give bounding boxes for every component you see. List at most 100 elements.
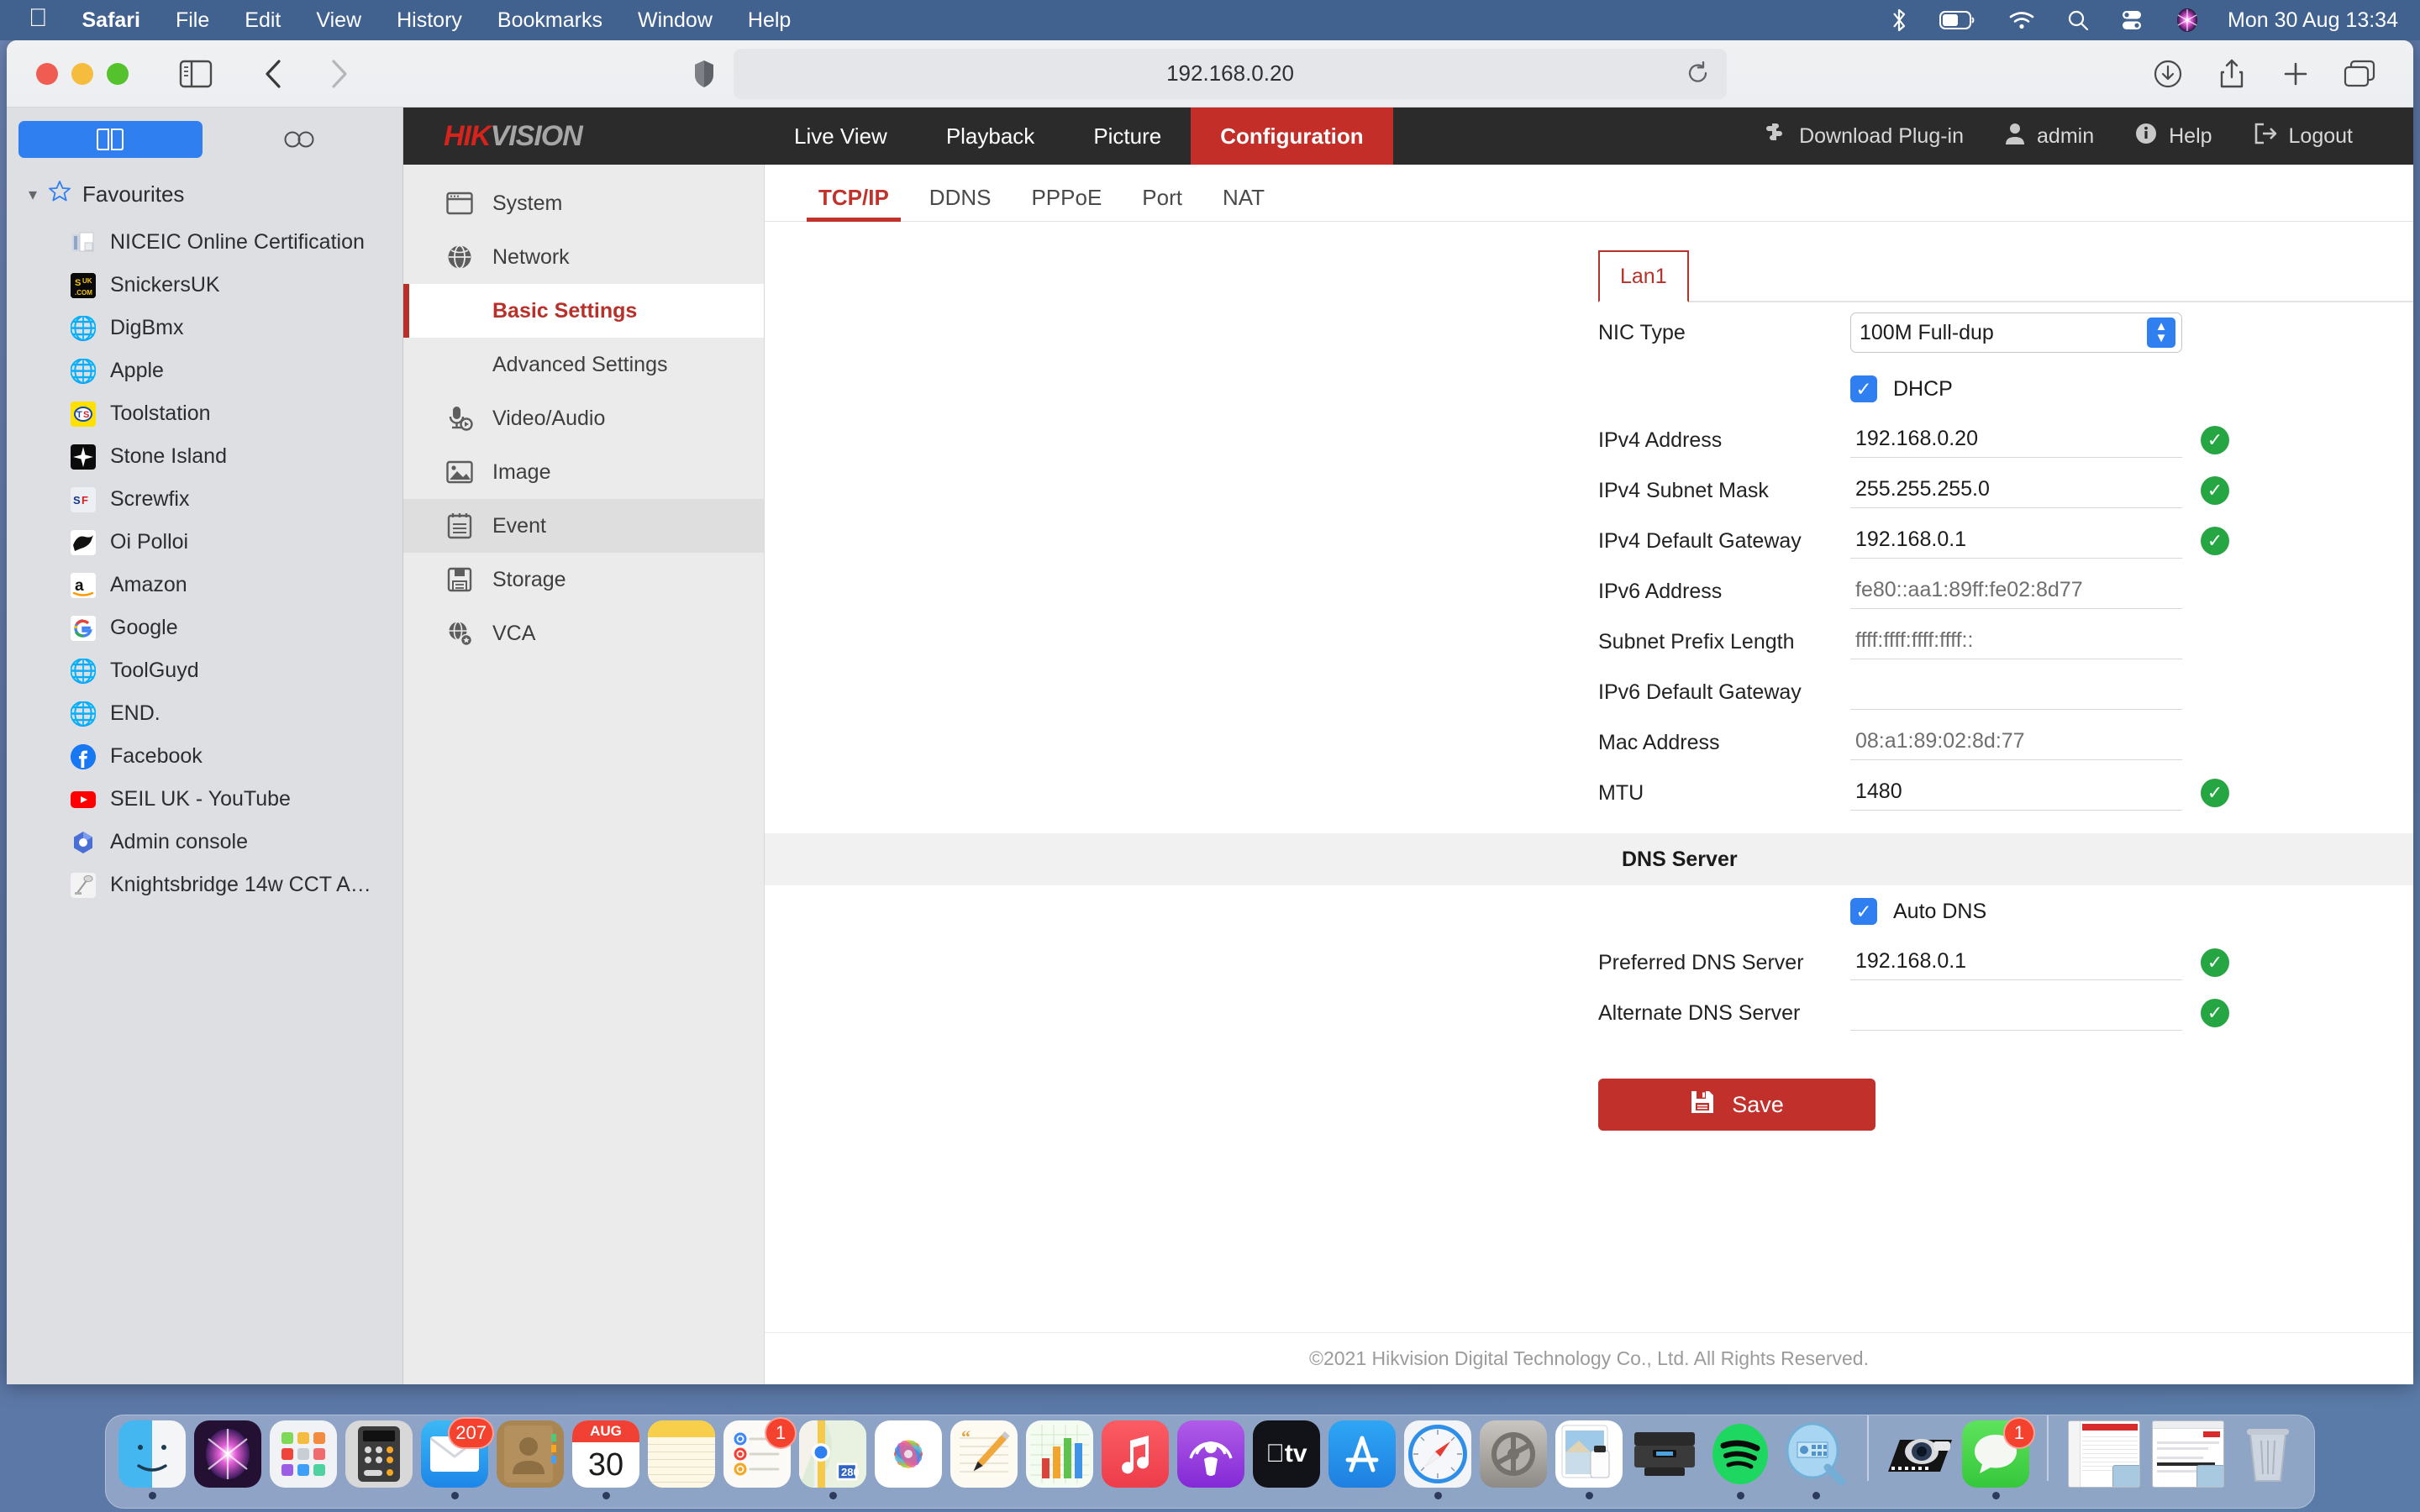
bookmark-item[interactable]: SUK.COM SnickersUK	[7, 264, 402, 307]
dock-document-letter[interactable]	[2149, 1420, 2227, 1499]
menu-item-safari[interactable]: Safari	[65, 0, 158, 40]
menu-item-advanced-settings[interactable]: Advanced Settings	[403, 338, 764, 391]
dock-app-messages[interactable]: 1	[1961, 1420, 2030, 1499]
dock-app-calendar[interactable]: AUG 30	[571, 1420, 640, 1499]
user-button[interactable]: admin	[1984, 122, 2114, 151]
dock-app-preview[interactable]	[1555, 1420, 1623, 1499]
dock-app-system-preferences[interactable]	[1479, 1420, 1548, 1499]
bookmark-item[interactable]: 🌐 END.	[7, 692, 402, 735]
menu-item-bookmarks[interactable]: Bookmarks	[480, 0, 620, 40]
dock-app-calculator[interactable]	[345, 1420, 413, 1499]
share-icon[interactable]	[2208, 50, 2255, 97]
bookmark-item[interactable]: a Amazon	[7, 564, 402, 606]
dock-app-launchpad[interactable]	[269, 1420, 338, 1499]
bookmark-item[interactable]: Admin console	[7, 821, 402, 864]
subtab-nat[interactable]: NAT	[1202, 185, 1285, 221]
help-button[interactable]: Help	[2114, 122, 2232, 151]
ipv4-default-gateway-input[interactable]	[1850, 523, 2182, 559]
menu-item-image[interactable]: Image	[403, 445, 764, 499]
menu-item-help[interactable]: Help	[730, 0, 808, 40]
dock-app-quicktime[interactable]	[1886, 1420, 1954, 1499]
nav-tab-picture[interactable]: Picture	[1064, 108, 1191, 165]
bookmark-item[interactable]: TS Toolstation	[7, 392, 402, 435]
nav-tab-playback[interactable]: Playback	[917, 108, 1065, 165]
dock-app-siri[interactable]	[193, 1420, 262, 1499]
dock-app-photos[interactable]	[874, 1420, 943, 1499]
bluetooth-icon[interactable]	[1875, 8, 1923, 33]
back-button[interactable]	[250, 50, 297, 97]
dock-app-printer[interactable]	[1630, 1420, 1699, 1499]
ipv6-address-input[interactable]	[1850, 574, 2182, 609]
address-input[interactable]: 192.168.0.20	[734, 49, 1727, 99]
dock-app-digital-color-meter[interactable]	[1781, 1420, 1850, 1499]
alternate-dns-input[interactable]	[1850, 995, 2182, 1031]
save-button[interactable]: Save	[1598, 1079, 1876, 1131]
bookmark-item[interactable]: Facebook	[7, 735, 402, 778]
logout-button[interactable]: Logout	[2233, 122, 2373, 151]
dock-app-podcasts[interactable]	[1176, 1420, 1245, 1499]
dhcp-checkbox[interactable]: ✓	[1850, 375, 1877, 402]
subtab-pppoe[interactable]: PPPoE	[1011, 185, 1122, 221]
subtab-tcpip[interactable]: TCP/IP	[798, 185, 909, 221]
siri-icon[interactable]	[2159, 8, 2216, 33]
dock-app-music[interactable]	[1101, 1420, 1170, 1499]
menu-item-vca[interactable]: VCA	[403, 606, 764, 660]
sidebar-toggle-icon[interactable]	[172, 50, 219, 97]
hikvision-logo[interactable]: HIKVISION	[403, 108, 765, 165]
bookmark-item[interactable]: 🌐 ToolGuyd	[7, 649, 402, 692]
dock-app-appletv[interactable]: tv	[1252, 1420, 1321, 1499]
download-plugin-button[interactable]: Download Plug-in	[1743, 121, 1984, 152]
ipv4-address-input[interactable]	[1850, 423, 2182, 458]
dock-app-numbers[interactable]	[1025, 1420, 1094, 1499]
dock-app-safari[interactable]	[1403, 1420, 1472, 1499]
auto-dns-checkbox[interactable]: ✓	[1850, 898, 1877, 925]
dock-app-reminders[interactable]: 1	[723, 1420, 792, 1499]
bookmark-item[interactable]: Oi Polloi	[7, 521, 402, 564]
menu-item-event[interactable]: Event	[403, 499, 764, 553]
dock-app-textedit[interactable]: “	[950, 1420, 1018, 1499]
ipv6-default-gateway-input[interactable]	[1850, 675, 2182, 710]
bookmark-item[interactable]: SEIL UK - YouTube	[7, 778, 402, 821]
dock-app-mail[interactable]: 207	[420, 1420, 489, 1499]
dock-document-spreadsheet[interactable]	[2065, 1420, 2143, 1499]
menu-item-basic-settings[interactable]: Basic Settings	[403, 284, 764, 338]
bookmark-item[interactable]: NICEIC Online Certification	[7, 221, 402, 264]
dock-app-maps[interactable]: 280	[798, 1420, 867, 1499]
control-center-icon[interactable]	[2105, 9, 2159, 31]
close-button[interactable]	[36, 63, 58, 85]
menu-item-history[interactable]: History	[379, 0, 480, 40]
sidebar-bookmarks-tab[interactable]	[18, 121, 203, 158]
menu-item-system[interactable]: System	[403, 176, 764, 230]
menu-item-view[interactable]: View	[298, 0, 379, 40]
dock-app-spotify[interactable]	[1706, 1420, 1775, 1499]
nav-tab-live-view[interactable]: Live View	[765, 108, 917, 165]
subtab-ddns[interactable]: DDNS	[909, 185, 1012, 221]
menu-item-network[interactable]: Network	[403, 230, 764, 284]
bookmark-item[interactable]: Google	[7, 606, 402, 649]
sidebar-reading-list-tab[interactable]	[208, 121, 392, 158]
mtu-input[interactable]	[1850, 775, 2182, 811]
nav-tab-configuration[interactable]: Configuration	[1191, 108, 1392, 165]
menu-bar-clock[interactable]: Mon 30 Aug 13:34	[2216, 8, 2398, 33]
preferred-dns-input[interactable]	[1850, 945, 2182, 980]
forward-button[interactable]	[315, 50, 362, 97]
tab-overview-icon[interactable]	[2336, 50, 2383, 97]
mac-address-input[interactable]	[1850, 725, 2182, 760]
bookmark-item[interactable]: Stone Island	[7, 435, 402, 478]
menu-item-file[interactable]: File	[158, 0, 227, 40]
privacy-shield-icon[interactable]	[693, 60, 715, 88]
apple-menu-icon[interactable]: 	[24, 6, 65, 31]
zoom-button[interactable]	[107, 63, 129, 85]
minimize-button[interactable]	[71, 63, 93, 85]
menu-item-edit[interactable]: Edit	[227, 0, 298, 40]
downloads-icon[interactable]	[2144, 50, 2191, 97]
dock-app-notes[interactable]	[647, 1420, 716, 1499]
bookmark-item[interactable]: SF Screwfix	[7, 478, 402, 521]
favourites-section-header[interactable]: ▾ Favourites	[7, 168, 402, 218]
ipv4-subnet-mask-input[interactable]	[1850, 473, 2182, 508]
bookmark-item[interactable]: 🌐 DigBmx	[7, 307, 402, 349]
wifi-icon[interactable]	[1992, 10, 2051, 30]
bookmark-item[interactable]: 🌐 Apple	[7, 349, 402, 392]
reload-icon[interactable]	[1686, 61, 1710, 87]
subtab-port[interactable]: Port	[1122, 185, 1202, 221]
